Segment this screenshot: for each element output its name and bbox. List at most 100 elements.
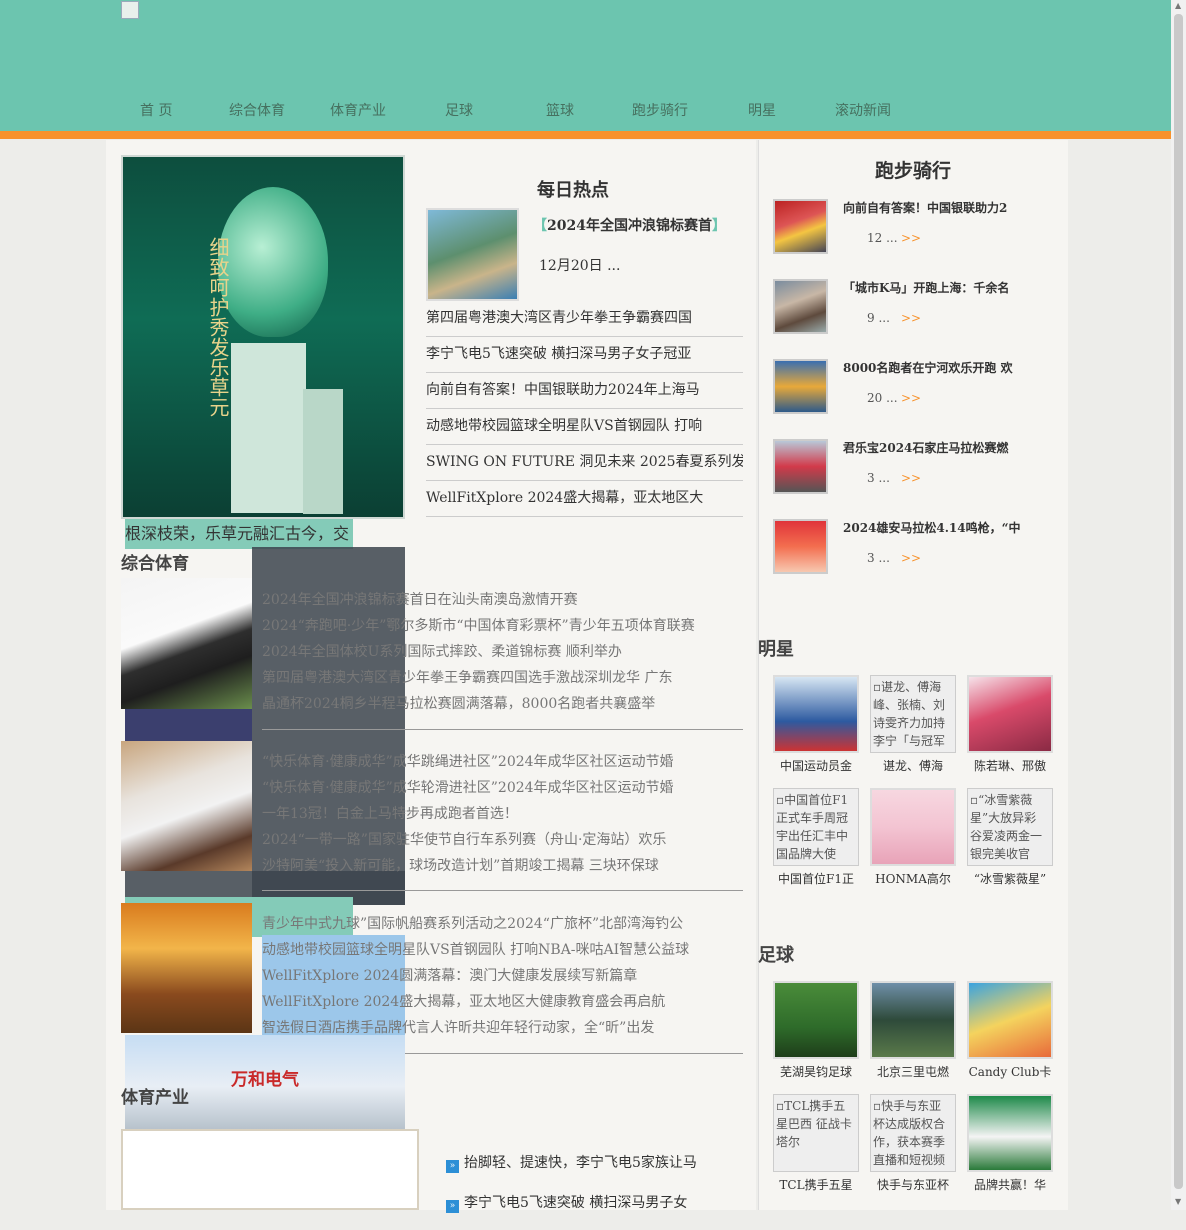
nav-rolling[interactable]: 滚动新闻 (835, 100, 891, 120)
news-item[interactable]: 2024年全国体校U系列国际式摔跤、柔道锦标赛 顺利举办 (262, 639, 702, 665)
broken-image-alt[interactable]: ▫“冰雪紫薇星”大放异彩 谷爱凌两金一银完美收官 (967, 788, 1053, 866)
football-caption[interactable]: 北京三里屯燃 (870, 1063, 956, 1080)
football-caption[interactable]: 芜湖昊钧足球 (773, 1063, 859, 1080)
star-card[interactable]: ▫“冰雪紫薇星”大放异彩 谷爱凌两金一银完美收官 “冰雪紫薇星” (967, 788, 1053, 887)
star-caption[interactable]: HONMA高尔 (870, 870, 956, 887)
nav-home[interactable]: 首 页 (140, 100, 172, 120)
football-thumbnail[interactable] (870, 981, 956, 1059)
more-link[interactable]: >> (901, 551, 921, 565)
hot-list-item[interactable]: WellFitXplore 2024盛大揭幕，亚太地区大 (426, 481, 743, 517)
broken-image-alt[interactable]: ▫中国首位F1正式车手周冠宇出任汇丰中国品牌大使 (773, 788, 859, 866)
star-caption[interactable]: 陈若琳、邢傲 (967, 757, 1053, 774)
star-thumbnail[interactable] (967, 675, 1053, 753)
broken-image-alt[interactable]: ▫快手与东亚杯达成版权合作，获本赛季直播和短视频 (870, 1094, 956, 1172)
running-item-title[interactable]: 2024雄安马拉松4.14鸣枪，“中 (843, 519, 1021, 536)
news-item[interactable]: 动感地带校园篮球全明星队VS首钢园队 打响NBA-咪咕AI智慧公益球 (262, 937, 702, 963)
star-card[interactable]: ▫中国首位F1正式车手周冠宇出任汇丰中国品牌大使 中国首位F1正 (773, 788, 859, 887)
scroll-up-icon[interactable]: ▲ (1175, 1, 1181, 10)
running-item-title[interactable]: 君乐宝2024石家庄马拉松赛燃 (843, 439, 1008, 456)
football-thumbnail[interactable] (967, 981, 1053, 1059)
star-thumbnail[interactable] (773, 675, 859, 753)
industry-item[interactable]: » 李宁飞电5飞速突破 横扫深马男子女 (446, 1190, 697, 1230)
football-caption[interactable]: 品牌共赢！华 (967, 1176, 1053, 1193)
nav-zonghe[interactable]: 综合体育 (229, 100, 285, 120)
news-item[interactable]: 第四届粤港澳大湾区青少年拳王争霸赛四国选手激战深圳龙华 广东 (262, 665, 702, 691)
news-item[interactable]: 一年13冠！白金上马特步再成跑者首选！ (262, 801, 702, 827)
news-item[interactable]: 2024“奔跑吧·少年”鄂尔多斯市“中国体育彩票杯”青少年五项体育联赛 (262, 613, 702, 639)
running-thumbnail[interactable] (773, 279, 828, 334)
star-card[interactable]: HONMA高尔 (870, 788, 956, 887)
vertical-scrollbar[interactable]: ▲ ▼ (1171, 0, 1186, 1210)
football-card[interactable]: 品牌共赢！华 (967, 1094, 1053, 1193)
volleyball-thumbnail[interactable] (121, 741, 252, 871)
news-item[interactable]: 沙特阿美“投入新可能，球场改造计划”首期竣工揭幕 三块环保球 (262, 853, 702, 879)
more-link[interactable]: >> (901, 311, 921, 325)
hot-list-item[interactable]: 第四届粤港澳大湾区青少年拳王争霸赛四国 (426, 301, 743, 337)
star-caption[interactable]: 中国运动员金 (773, 757, 859, 774)
running-thumbnail[interactable] (773, 199, 828, 254)
hot-list-item[interactable]: 向前自有答案！中国银联助力2024年上海马 (426, 373, 743, 409)
more-link[interactable]: >> (901, 231, 921, 245)
news-item[interactable]: “快乐体育·健康成华”成华轮滑进社区”2024年成华区社区运动节婚 (262, 775, 702, 801)
football-card[interactable]: ▫快手与东亚杯达成版权合作，获本赛季直播和短视频 快手与东亚杯 (870, 1094, 956, 1193)
running-thumbnail[interactable] (773, 439, 828, 494)
more-link[interactable]: >> (901, 471, 921, 485)
nav-running[interactable]: 跑步骑行 (632, 100, 688, 120)
broken-image-alt[interactable]: ▫谌龙、傅海峰、张楠、刘诗雯齐力加持李宁「与冠军 (870, 675, 956, 753)
nav-football[interactable]: 足球 (445, 100, 473, 120)
running-item[interactable]: 「城市K马」开跑上海：千余名 9 ... >> (773, 279, 1053, 339)
logo-image[interactable] (121, 1, 139, 19)
news-item[interactable]: 晶通杯2024桐乡半程马拉松赛圆满落幕，8000名跑者共襄盛举 (262, 691, 702, 717)
vanward-ad-image[interactable]: 万和电气 (125, 1035, 405, 1129)
star-thumbnail[interactable] (870, 788, 956, 866)
industry-image[interactable] (121, 1129, 419, 1210)
more-link[interactable]: >> (901, 391, 921, 405)
nav-basketball[interactable]: 篮球 (546, 100, 574, 120)
running-item-title[interactable]: 向前自有答案！中国银联助力2 (843, 199, 1007, 216)
football-card[interactable]: Candy Club卡 (967, 981, 1053, 1080)
news-item[interactable]: “快乐体育·健康成华”成华跳绳进社区”2024年成华区社区运动节婚 (262, 749, 702, 775)
football-caption[interactable]: TCL携手五星 (773, 1176, 859, 1193)
football-caption[interactable]: 快手与东亚杯 (870, 1176, 956, 1193)
star-card[interactable]: 陈若琳、邢傲 (967, 675, 1053, 774)
ad-caption[interactable]: 根深枝荣，乐草元融汇古今，交 (125, 519, 353, 549)
shampoo-ad-image[interactable]: 细致呵护秀发乐草元 (121, 155, 405, 519)
news-item[interactable]: 2024年全国冲浪锦标赛首日在汕头南澳岛激情开赛 (262, 587, 702, 613)
hot-headline[interactable]: 【2024年全国冲浪锦标赛首】 (533, 215, 726, 235)
news-item[interactable]: WellFitXplore 2024盛大揭幕，亚太地区大健康教育盛会再启航 (262, 989, 702, 1015)
football-card[interactable]: 北京三里屯燃 (870, 981, 956, 1080)
hot-list-item[interactable]: SWING ON FUTURE 洞见未来 2025春夏系列发 (426, 445, 743, 481)
running-item-title[interactable]: 「城市K马」开跑上海：千余名 (843, 279, 1009, 296)
news-item[interactable]: 2024“一带一路”国家驻华使节自行车系列赛（舟山·定海站）欢乐 (262, 827, 702, 853)
star-card[interactable]: 中国运动员金 (773, 675, 859, 774)
nav-stars[interactable]: 明星 (748, 100, 776, 120)
broken-image-alt[interactable]: ▫TCL携手五星巴西 征战卡塔尔 (773, 1094, 859, 1172)
star-caption[interactable]: 中国首位F1正 (773, 870, 859, 887)
running-thumbnail[interactable] (773, 359, 828, 414)
running-item[interactable]: 8000名跑者在宁河欢乐开跑 欢 20 ... >> (773, 359, 1053, 419)
star-caption[interactable]: “冰雪紫薇星” (967, 870, 1053, 887)
industry-item[interactable]: » 抬脚轻、提速快，李宁飞电5家族让马 (446, 1150, 697, 1190)
football-caption[interactable]: Candy Club卡 (967, 1063, 1053, 1080)
hot-list-item[interactable]: 李宁飞电5飞速突破 横扫深马男子女子冠亚 (426, 337, 743, 373)
star-caption[interactable]: 谌龙、傅海 (870, 757, 956, 774)
scroll-down-icon[interactable]: ▼ (1175, 1197, 1181, 1206)
news-item[interactable]: WellFitXplore 2024圆满落幕：澳门大健康发展续写新篇章 (262, 963, 702, 989)
nav-chanye[interactable]: 体育产业 (330, 100, 386, 120)
hot-thumbnail[interactable] (426, 208, 519, 301)
running-item[interactable]: 君乐宝2024石家庄马拉松赛燃 3 ... >> (773, 439, 1053, 499)
running-item[interactable]: 向前自有答案！中国银联助力2 12 ... >> (773, 199, 1053, 259)
scrollbar-thumb[interactable] (1174, 14, 1183, 1189)
football-card[interactable]: ▫TCL携手五星巴西 征战卡塔尔 TCL携手五星 (773, 1094, 859, 1193)
football-thumbnail[interactable] (773, 981, 859, 1059)
football-thumbnail[interactable] (967, 1094, 1053, 1172)
running-item[interactable]: 2024雄安马拉松4.14鸣枪，“中 3 ... >> (773, 519, 1053, 579)
football-card[interactable]: 芜湖昊钧足球 (773, 981, 859, 1080)
news-item[interactable]: 青少年中式九球”国际帆船赛系列活动之2024“广旅杯”北部湾海钓公 (262, 911, 702, 937)
running-sunset-thumbnail[interactable] (121, 903, 252, 1033)
running-item-title[interactable]: 8000名跑者在宁河欢乐开跑 欢 (843, 359, 1013, 376)
hot-list-item[interactable]: 动感地带校园篮球全明星队VS首钢园队 打响 (426, 409, 743, 445)
star-card[interactable]: ▫谌龙、傅海峰、张楠、刘诗雯齐力加持李宁「与冠军 谌龙、傅海 (870, 675, 956, 774)
running-thumbnail[interactable] (773, 519, 828, 574)
soccer-thumbnail[interactable] (121, 578, 252, 709)
